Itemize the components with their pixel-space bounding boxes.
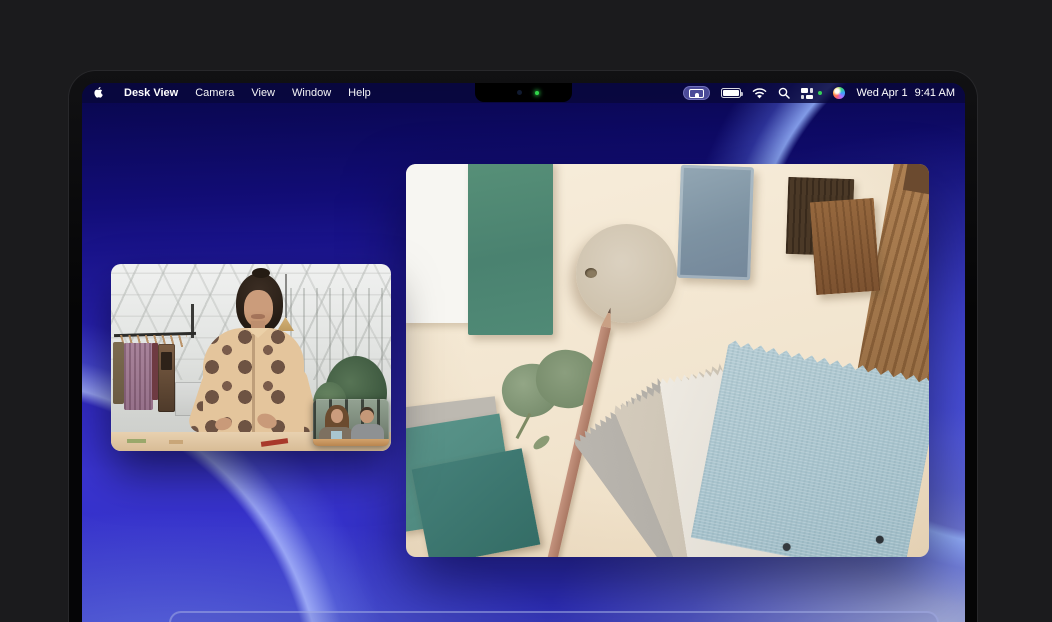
date-text: Wed Apr 1	[856, 87, 907, 99]
siri-icon[interactable]	[833, 87, 845, 99]
felt-disc-sample	[576, 224, 677, 323]
pendant-lamp-cord	[285, 274, 287, 318]
presenter-polka-dot-blouse	[203, 328, 304, 434]
apple-menu[interactable]	[94, 87, 105, 100]
hanging-garment-olive	[113, 342, 124, 404]
felt-disc-hole	[585, 268, 597, 278]
facetime-window[interactable]	[111, 264, 391, 451]
desk-swatch-green	[127, 439, 146, 443]
wood-cabinet	[158, 344, 175, 412]
apple-icon	[94, 87, 105, 100]
camera-active-dot-icon	[818, 91, 822, 95]
brown-wood-sample	[810, 198, 880, 295]
small-leaf	[531, 433, 552, 452]
screen: Desk View Camera View Window Help	[82, 83, 965, 622]
app-menu-desk-view[interactable]: Desk View	[124, 87, 178, 99]
caller-woman-face	[331, 409, 343, 423]
notch-camera-lens-icon	[517, 90, 522, 95]
desk-swatch-tan	[169, 440, 183, 444]
white-tile-sample	[406, 164, 469, 323]
camera-in-use-green-light	[535, 91, 539, 95]
menu-camera[interactable]: Camera	[195, 87, 234, 99]
desk-view-window[interactable]	[406, 164, 929, 557]
bluegray-tile-sample	[677, 165, 754, 280]
hanging-garment-mauve	[124, 343, 153, 410]
background-window-edge[interactable]	[169, 611, 939, 622]
caller-desk-edge	[313, 439, 389, 446]
display-notch	[475, 83, 572, 102]
search-icon[interactable]	[778, 87, 790, 99]
fabric-snap-button	[782, 542, 791, 551]
desktop-scene: Desk View Camera View Window Help	[0, 0, 1052, 622]
caller-man-face	[360, 407, 374, 423]
time-text: 9:41 AM	[915, 87, 955, 99]
menu-view[interactable]: View	[251, 87, 275, 99]
presenter-hair-bun	[252, 268, 270, 278]
fabric-snap-button	[875, 535, 884, 544]
menu-bar-clock[interactable]: Wed Apr 1 9:41 AM	[856, 87, 955, 99]
wifi-icon[interactable]	[752, 88, 767, 99]
display-person-icon	[689, 89, 704, 98]
continuity-camera-indicator-icon[interactable]	[683, 86, 710, 100]
facetime-pip-thumbnail[interactable]	[313, 399, 389, 446]
battery-icon[interactable]	[721, 88, 741, 98]
screen-mirroring-icon[interactable]	[801, 88, 813, 99]
menu-help[interactable]: Help	[348, 87, 371, 99]
menu-window[interactable]: Window	[292, 87, 331, 99]
green-tile-sample	[468, 164, 553, 335]
macbook-frame: Desk View Camera View Window Help	[68, 70, 978, 622]
